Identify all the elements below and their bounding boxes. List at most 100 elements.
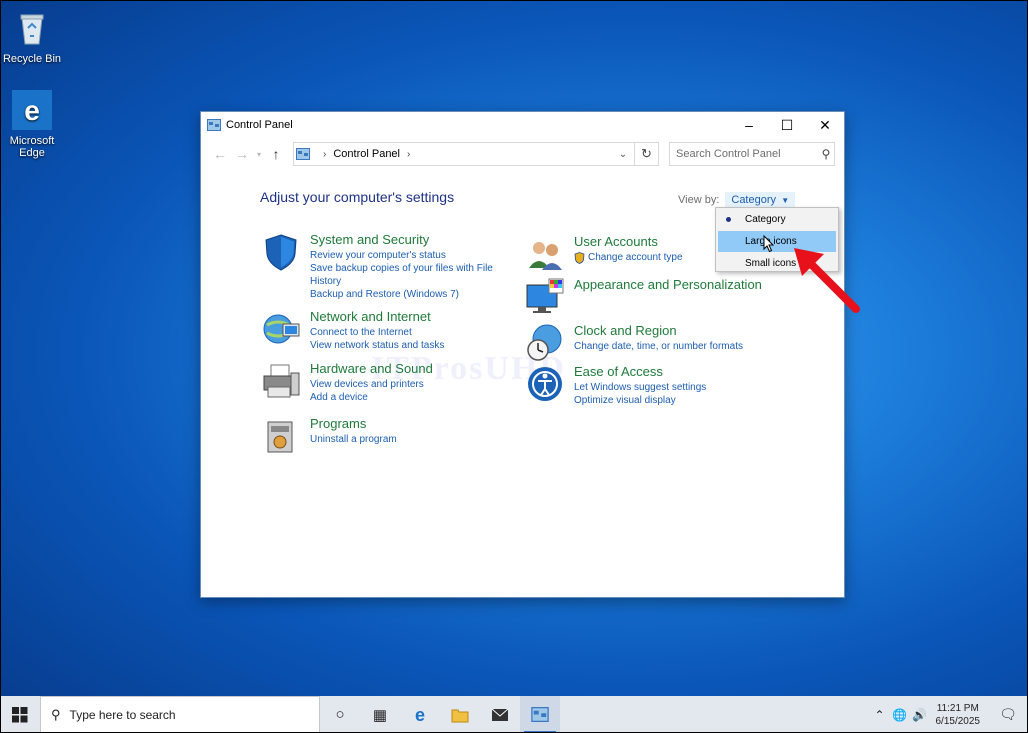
speaker-icon[interactable]: 🔊	[910, 708, 930, 722]
maximize-icon: ☐	[780, 116, 794, 133]
search-icon: ⚲	[51, 706, 61, 722]
shield-icon	[265, 234, 297, 271]
category-title[interactable]: User Accounts	[574, 234, 683, 249]
annotation-arrow-icon	[794, 248, 860, 313]
mouse-cursor-icon	[763, 235, 775, 253]
category-title[interactable]: Hardware and Sound	[310, 361, 433, 376]
link-optimize-display[interactable]: Optimize visual display	[574, 394, 706, 407]
menu-item-label: Category	[745, 214, 786, 225]
link-backup-restore[interactable]: Backup and Restore (Windows 7)	[310, 288, 495, 301]
page-heading: Adjust your computer's settings	[260, 189, 455, 205]
link-review-status[interactable]: Review your computer's status	[310, 249, 495, 262]
taskbar-control-panel-button[interactable]	[520, 696, 560, 733]
link-add-device[interactable]: Add a device	[310, 391, 433, 404]
task-view-button[interactable]: ▦	[360, 696, 400, 733]
desktop-icon-recycle-bin[interactable]: Recycle Bin	[0, 8, 64, 65]
taskbar-mail-button[interactable]	[480, 696, 520, 733]
up-arrow-icon: ↑	[272, 146, 280, 162]
search-icon[interactable]: ⚲	[818, 147, 834, 161]
task-view-icon: ▦	[372, 706, 388, 724]
cortana-button[interactable]: ○	[320, 696, 360, 733]
network-globe-icon[interactable]: 🌐	[890, 708, 910, 722]
users-icon	[529, 242, 562, 270]
system-tray: ⌃ 🌐 🔊 11:21 PM 6/15/2025 🗨	[870, 696, 1028, 733]
category-ease-of-access: Ease of Access Let Windows suggest setti…	[525, 364, 706, 407]
control-panel-window: Control Panel – ☐ ✕ ← → ▾ ↑ › Control Pa…	[200, 111, 845, 598]
address-row: ← → ▾ ↑ › Control Panel › ⌄ ↻ ⚲	[201, 138, 844, 170]
uac-shield-icon	[574, 251, 585, 264]
category-system-security: System and Security Review your computer…	[261, 232, 495, 301]
category-programs: Programs Uninstall a program	[261, 416, 397, 456]
search-box[interactable]: ⚲	[669, 142, 835, 166]
category-clock-region: Clock and Region Change date, time, or n…	[525, 323, 743, 363]
taskbar-edge-button[interactable]: e	[400, 696, 440, 733]
refresh-button[interactable]: ↻	[635, 142, 659, 166]
forward-button[interactable]: →	[231, 143, 253, 165]
category-title[interactable]: Appearance and Personalization	[574, 277, 762, 292]
taskbar-file-explorer-button[interactable]	[440, 696, 480, 733]
minimize-icon: –	[745, 117, 753, 133]
selected-bullet-icon	[726, 217, 731, 222]
recent-locations-button[interactable]: ▾	[253, 143, 265, 165]
breadcrumb-control-panel[interactable]: Control Panel	[333, 148, 400, 160]
category-title[interactable]: Programs	[310, 416, 397, 431]
minimize-button[interactable]: –	[730, 112, 768, 138]
printer-icon	[263, 364, 300, 398]
link-suggest-settings[interactable]: Let Windows suggest settings	[574, 381, 706, 394]
category-title[interactable]: Ease of Access	[574, 364, 706, 379]
link-file-history[interactable]: Save backup copies of your files with Fi…	[310, 262, 495, 288]
svg-text:e: e	[24, 95, 40, 126]
window-title: Control Panel	[226, 119, 293, 131]
caret-down-icon: ▼	[779, 196, 790, 205]
category-appearance: Appearance and Personalization	[525, 277, 762, 317]
category-network-internet: Network and Internet Connect to the Inte…	[261, 309, 444, 352]
view-by-label: View by:	[678, 194, 720, 206]
up-button[interactable]: ↑	[265, 143, 287, 165]
clock[interactable]: 11:21 PM 6/15/2025	[936, 702, 981, 728]
start-button[interactable]	[0, 696, 40, 733]
chevron-up-icon[interactable]: ⌃	[870, 708, 890, 722]
close-button[interactable]: ✕	[806, 112, 844, 138]
close-icon: ✕	[819, 116, 831, 133]
category-title[interactable]: Network and Internet	[310, 309, 444, 324]
edge-icon: e	[415, 706, 425, 724]
mail-icon	[491, 708, 509, 721]
menu-item-label: Small icons	[745, 258, 797, 269]
link-devices-printers[interactable]: View devices and printers	[310, 378, 433, 391]
taskbar-search-placeholder: Type here to search	[69, 707, 176, 722]
link-change-account-type[interactable]: Change account type	[574, 251, 683, 264]
chevron-right-icon[interactable]: ›	[407, 149, 410, 160]
control-panel-app-icon	[531, 707, 549, 722]
title-bar[interactable]: Control Panel – ☐ ✕	[201, 112, 844, 138]
desktop-icon-label: Recycle Bin	[2, 53, 62, 65]
category-hardware-sound: Hardware and Sound View devices and prin…	[261, 361, 433, 404]
monitor-palette-icon	[526, 278, 564, 313]
view-by-dropdown[interactable]: Category ▼	[725, 192, 796, 208]
taskbar-search[interactable]: ⚲ Type here to search	[40, 696, 320, 733]
clock-time: 11:21 PM	[936, 702, 979, 714]
link-uninstall-program[interactable]: Uninstall a program	[310, 433, 397, 446]
control-panel-breadcrumb-icon	[296, 148, 310, 160]
category-title[interactable]: Clock and Region	[574, 323, 743, 338]
back-button[interactable]: ←	[209, 143, 231, 165]
category-title[interactable]: System and Security	[310, 232, 495, 247]
menu-item-category[interactable]: Category	[718, 209, 836, 230]
link-date-time-formats[interactable]: Change date, time, or number formats	[574, 340, 743, 353]
folder-icon	[451, 709, 469, 722]
address-bar[interactable]: › Control Panel › ⌄	[293, 142, 635, 166]
chevron-right-icon[interactable]: ›	[323, 149, 326, 160]
notification-icon: 🗨	[999, 706, 1017, 722]
notification-button[interactable]: 🗨	[988, 706, 1028, 723]
desktop-icon-edge[interactable]: e Microsoft Edge	[0, 90, 64, 159]
link-connect-internet[interactable]: Connect to the Internet	[310, 326, 444, 339]
address-dropdown-icon[interactable]: ⌄	[612, 149, 634, 160]
network-globe-icon	[263, 314, 300, 344]
link-network-status[interactable]: View network status and tasks	[310, 339, 444, 352]
recycle-bin-icon	[20, 14, 44, 45]
windows-logo-icon	[12, 706, 28, 722]
programs-icon	[267, 421, 293, 453]
maximize-button[interactable]: ☐	[768, 112, 806, 138]
clock-date: 6/15/2025	[935, 715, 981, 727]
ease-of-access-icon	[528, 367, 562, 401]
search-input[interactable]	[676, 148, 818, 160]
